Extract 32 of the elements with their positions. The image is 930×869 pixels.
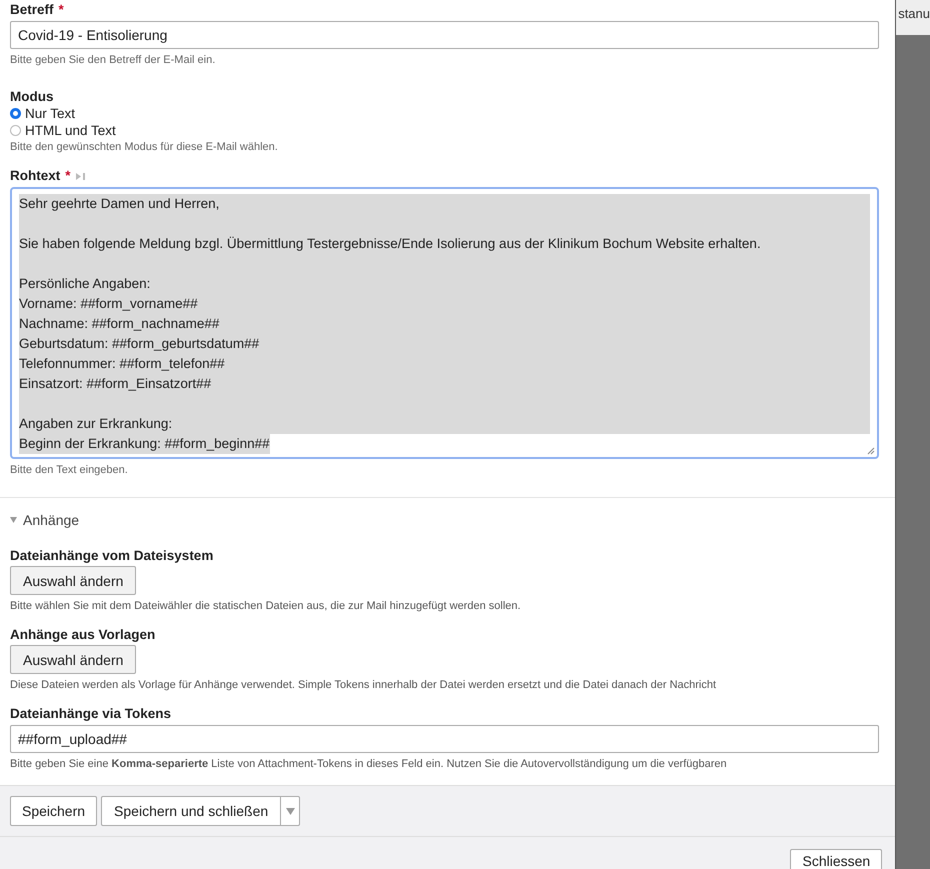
radio-label: Nur Text: [25, 105, 76, 122]
resize-handle-icon[interactable]: [867, 447, 876, 455]
save-close-button[interactable]: Speichern und schließen: [102, 797, 282, 825]
select-button[interactable]: Auswahl ändern: [10, 566, 136, 595]
help-text: Bitte den gewünschten Modus für diese E-Mail wählen.: [10, 140, 279, 154]
field-label: Dateianhänge vom Dateisystem: [10, 548, 214, 564]
radio-label: HTML und Text: [25, 122, 116, 139]
required-mark: *: [65, 168, 71, 184]
save-button[interactable]: Speichern: [10, 796, 98, 826]
radio-button[interactable]: [10, 108, 21, 119]
help-text: Bitte den Text eingeben.: [10, 463, 129, 477]
field-label: Dateianhänge via Tokens: [10, 706, 172, 722]
select-button[interactable]: Auswahl ändern: [10, 645, 136, 674]
caret-icon[interactable]: [10, 517, 17, 523]
help-text: Bitte wählen Sie mit dem Dateiwähler die statischen Dateien aus, die zur Mail hinzugefügt werden sollen.: [10, 599, 522, 613]
field-label: Anhänge aus Vorlagen: [10, 627, 156, 643]
token-field[interactable]: ##form_upload##: [10, 725, 880, 753]
help-text: Bitte geben Sie den Betreff der E-Mail ein.: [10, 53, 216, 67]
required-mark: *: [58, 2, 64, 18]
radio-button[interactable]: [10, 125, 21, 136]
field-label: Betreff: [10, 2, 54, 18]
close-button[interactable]: Schliessen: [790, 849, 882, 869]
column-header: stanu: [896, 0, 930, 35]
text-area[interactable]: [10, 187, 880, 459]
field-label: Rohtext: [10, 168, 60, 184]
section-title[interactable]: Anhänge: [23, 512, 80, 528]
subject-field[interactable]: Covid-19 - Entisolierung: [10, 21, 880, 49]
help-text: Bitte geben Sie eine Komma-separierte Liste von Attachment-Tokens in dieses Feld ein. Nutzen Sie die Autovervollständigung um die verfügbaren: [10, 757, 728, 771]
field-label: Modus: [10, 89, 54, 105]
skip-icon[interactable]: [74, 172, 86, 180]
split-button[interactable]: Speichern und schließen: [101, 796, 300, 826]
help-text: Diese Dateien werden als Vorlage für Anhänge verwendet. Simple Tokens innerhalb der Datei werden ersetzt und die Datei danach der Nachricht: [10, 678, 718, 692]
